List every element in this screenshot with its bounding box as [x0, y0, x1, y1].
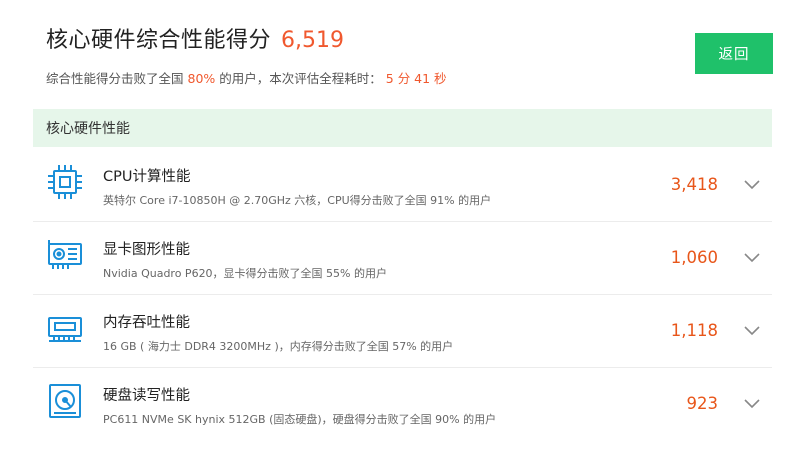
page-title: 核心硬件综合性能得分	[46, 28, 272, 53]
list-item-disk[interactable]: 硬盘读写性能 PC611 NVMe SK hynix 512GB (固态硬盘)，…	[33, 368, 772, 440]
item-score: 3,418	[670, 175, 718, 194]
item-description: 英特尔 Core i7-10850H @ 2.70GHz 六核，CPU得分击败了…	[103, 194, 492, 207]
item-description: 16 GB ( 海力士 DDR4 3200MHz )，内存得分击败了全国 57%…	[103, 340, 454, 353]
total-score: 6,519	[281, 28, 344, 53]
list-item-cpu[interactable]: CPU计算性能 英特尔 Core i7-10850H @ 2.70GHz 六核，…	[33, 149, 772, 222]
disk-icon	[49, 384, 81, 418]
chevron-down-icon[interactable]	[742, 320, 762, 340]
item-score: 1,118	[670, 321, 718, 340]
item-description: PC611 NVMe SK hynix 512GB (固态硬盘)，硬盘得分击败了…	[103, 413, 497, 426]
chevron-down-icon[interactable]	[742, 393, 762, 413]
memory-icon	[48, 317, 82, 342]
summary-prefix: 综合性能得分击败了全国	[46, 71, 184, 86]
item-name: 内存吞吐性能	[103, 315, 190, 331]
back-button[interactable]: 返回	[695, 33, 773, 74]
item-score: 1,060	[670, 248, 718, 267]
summary-percent: 80%	[187, 71, 216, 86]
list-item-memory[interactable]: 内存吞吐性能 16 GB ( 海力士 DDR4 3200MHz )，内存得分击败…	[33, 295, 772, 368]
section-title: 核心硬件性能	[46, 121, 130, 137]
benchmark-result-page: 核心硬件综合性能得分 6,519 综合性能得分击败了全国 80% 的用户，本次评…	[0, 0, 808, 452]
summary-mid: 的用户，本次评估全程耗时：	[219, 71, 382, 86]
item-score: 923	[686, 394, 719, 413]
result-header: 核心硬件综合性能得分 6,519 综合性能得分击败了全国 80% 的用户，本次评…	[46, 22, 808, 87]
chevron-down-icon[interactable]	[742, 174, 762, 194]
gpu-icon	[48, 240, 82, 269]
item-name: 显卡图形性能	[103, 242, 190, 258]
chevron-down-icon[interactable]	[742, 247, 762, 267]
cpu-icon	[48, 165, 82, 199]
title-line: 核心硬件综合性能得分 6,519	[46, 22, 808, 54]
hardware-list: CPU计算性能 英特尔 Core i7-10850H @ 2.70GHz 六核，…	[33, 149, 772, 440]
summary-time: 5 分 41 秒	[385, 71, 447, 86]
item-description: Nvidia Quadro P620，显卡得分击败了全国 55% 的用户	[103, 267, 388, 280]
item-name: 硬盘读写性能	[103, 388, 190, 404]
list-item-gpu[interactable]: 显卡图形性能 Nvidia Quadro P620，显卡得分击败了全国 55% …	[33, 222, 772, 295]
item-name: CPU计算性能	[103, 169, 191, 185]
section-header: 核心硬件性能	[33, 109, 772, 147]
summary-text: 综合性能得分击败了全国 80% 的用户，本次评估全程耗时： 5 分 41 秒	[46, 68, 808, 87]
